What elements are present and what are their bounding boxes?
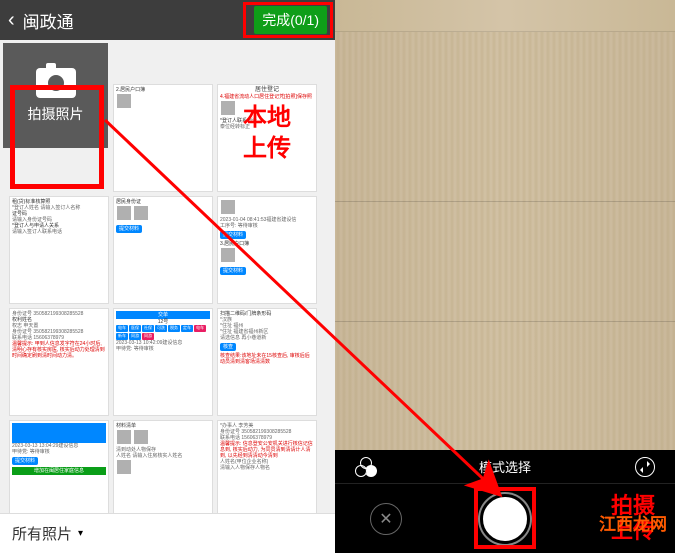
thumb-text: 温馨提示: 信息登安公安机关进行核信记信息到, 核实后动力, 为同员清到清请计人…	[220, 441, 314, 459]
camera-controls: 模式选择 ✕ 拍摄 上传	[335, 450, 675, 553]
camera-screen: 模式选择 ✕ 拍摄 上传	[335, 0, 675, 553]
watermark: 江西龙网	[599, 510, 667, 535]
annotation-box-camera	[10, 85, 104, 189]
thumbnail[interactable]: 材料清单 清到动处人物保存 人姓名 请输入住房核实人姓名	[113, 420, 213, 513]
thumb-text: 材料清单	[116, 423, 210, 429]
tag: 可洗	[155, 325, 167, 332]
thumb-text: 居民身份证	[116, 199, 210, 205]
tag: 电车	[116, 325, 128, 332]
thumbnail[interactable]: 身份证号 350582199308285528 权利姓名 权志 申天置 身份证号…	[9, 308, 109, 416]
thumb-text: 甲待党: 等待审核	[116, 346, 210, 352]
thumbnail[interactable]: 2.居民户口簿	[113, 84, 213, 192]
photo-grid: 拍摄照片 2.居民户口簿 居住登记 4.福建省流动人口居住登记凭[拍照]保存照 …	[0, 40, 335, 513]
thumb-text: 核查结果:该地址未在15核查后, 审核后后动员清到清客场清清数	[220, 353, 314, 365]
mode-label[interactable]: 模式选择	[479, 457, 531, 476]
header-bar: ‹ 闽政通 完成(0/1)	[0, 0, 335, 40]
tag: 医保	[129, 325, 141, 332]
placeholder-icon	[117, 94, 131, 108]
annotation-local-upload: 本地 上传	[243, 102, 291, 164]
back-icon[interactable]: ‹	[8, 9, 15, 32]
thumb-text: 4.福建省流动人口居住登记凭[拍照]保存照	[220, 94, 314, 100]
placeholder-icon	[134, 206, 148, 220]
placeholder-icon	[221, 200, 235, 214]
submit-button: 提交材料	[116, 225, 142, 233]
thumbnail[interactable]: 2023-03-13 13:04:29建设信息 甲待党: 等待审核 提交材料 增…	[9, 420, 109, 513]
thumb-header: 交单	[116, 311, 210, 319]
blue-area	[12, 423, 106, 443]
tag: 社保	[142, 325, 154, 332]
thumbnail[interactable]: 租(贷)标准核算照 *登订人姓名 请输入签订人名称 证号码 请输入身份证号码 *…	[9, 196, 109, 304]
thumb-text: 温馨提示: 甲到人信息发字符在24小时后, 清明心存有核实房医, 核实后动力处理…	[12, 341, 106, 359]
dropdown-icon[interactable]: ▾	[78, 528, 83, 539]
header-title: 闽政通	[23, 8, 255, 33]
placeholder-icon	[117, 206, 131, 220]
thumbnail[interactable]: 居民身份证 提交材料	[113, 196, 213, 304]
tag: 电车	[194, 325, 206, 332]
thumbnail[interactable]: *办事人 李芳美 身份证号 350582199308285528 联系电话 15…	[217, 420, 317, 513]
submit-button: 提交材料	[220, 231, 246, 239]
submit-button: 提交材料	[12, 457, 38, 465]
tag: 定车	[181, 325, 193, 332]
placeholder-icon	[134, 430, 148, 444]
add-button: 增加在闽居住家庭信息	[12, 467, 106, 475]
tag: 税务	[168, 325, 180, 332]
camera-viewfinder	[335, 32, 675, 450]
tag: 同游	[142, 333, 154, 340]
photo-picker-screen: ‹ 闽政通 完成(0/1) 拍摄照片 2.居民户口簿 居	[0, 0, 335, 553]
annotation-box-complete	[243, 2, 333, 38]
thumb-text: 请输入签订人联系电话	[12, 229, 106, 235]
submit-button: 提交材料	[220, 267, 246, 275]
verify-button: 核查	[220, 343, 236, 351]
effects-icon[interactable]	[355, 457, 375, 477]
thumb-text: 清输入人物保存人物名	[220, 465, 314, 471]
thumb-text: 2.居民户口簿	[116, 87, 210, 93]
status-bar	[335, 0, 675, 32]
placeholder-icon	[221, 248, 235, 262]
all-photos-dropdown[interactable]: 所有照片	[12, 523, 72, 544]
flip-camera-icon[interactable]	[635, 457, 655, 477]
bottom-bar: 所有照片 ▾	[0, 513, 335, 553]
cancel-button[interactable]: ✕	[370, 503, 402, 535]
thumb-text: 请选信息 再小巷道新	[220, 335, 314, 341]
thumbnail[interactable]: 交单 12号 电车 医保 社保 可洗 税务 定车 电车 新车 同游 同游 2	[113, 308, 213, 416]
thumb-text: 甲待党: 等待审核	[12, 449, 106, 455]
annotation-box-shutter	[474, 487, 536, 549]
thumb-text: 人姓名 请输入住房核实人姓名	[116, 453, 210, 459]
placeholder-icon	[117, 460, 131, 474]
thumb-text: 3.居民户口簿	[220, 241, 314, 247]
mode-row: 模式选择	[335, 450, 675, 484]
placeholder-icon	[117, 430, 131, 444]
placeholder-icon	[221, 101, 235, 115]
thumbnail[interactable]: 2023-01-04 08:41:53福建省建设信 工序号: 等待审核 提交材料…	[217, 196, 317, 304]
thumb-text: 工序号: 等待审核	[220, 223, 314, 229]
tag: 新车	[116, 333, 128, 340]
tag: 同游	[129, 333, 141, 340]
thumbnail[interactable]: 扫描二维码/门牌条形码 *汉族 *住址 福州 *住址 福建省福州新区 请选信息 …	[217, 308, 317, 416]
tag-row: 电车 医保 社保 可洗 税务 定车 电车 新车 同游 同游	[116, 325, 210, 340]
